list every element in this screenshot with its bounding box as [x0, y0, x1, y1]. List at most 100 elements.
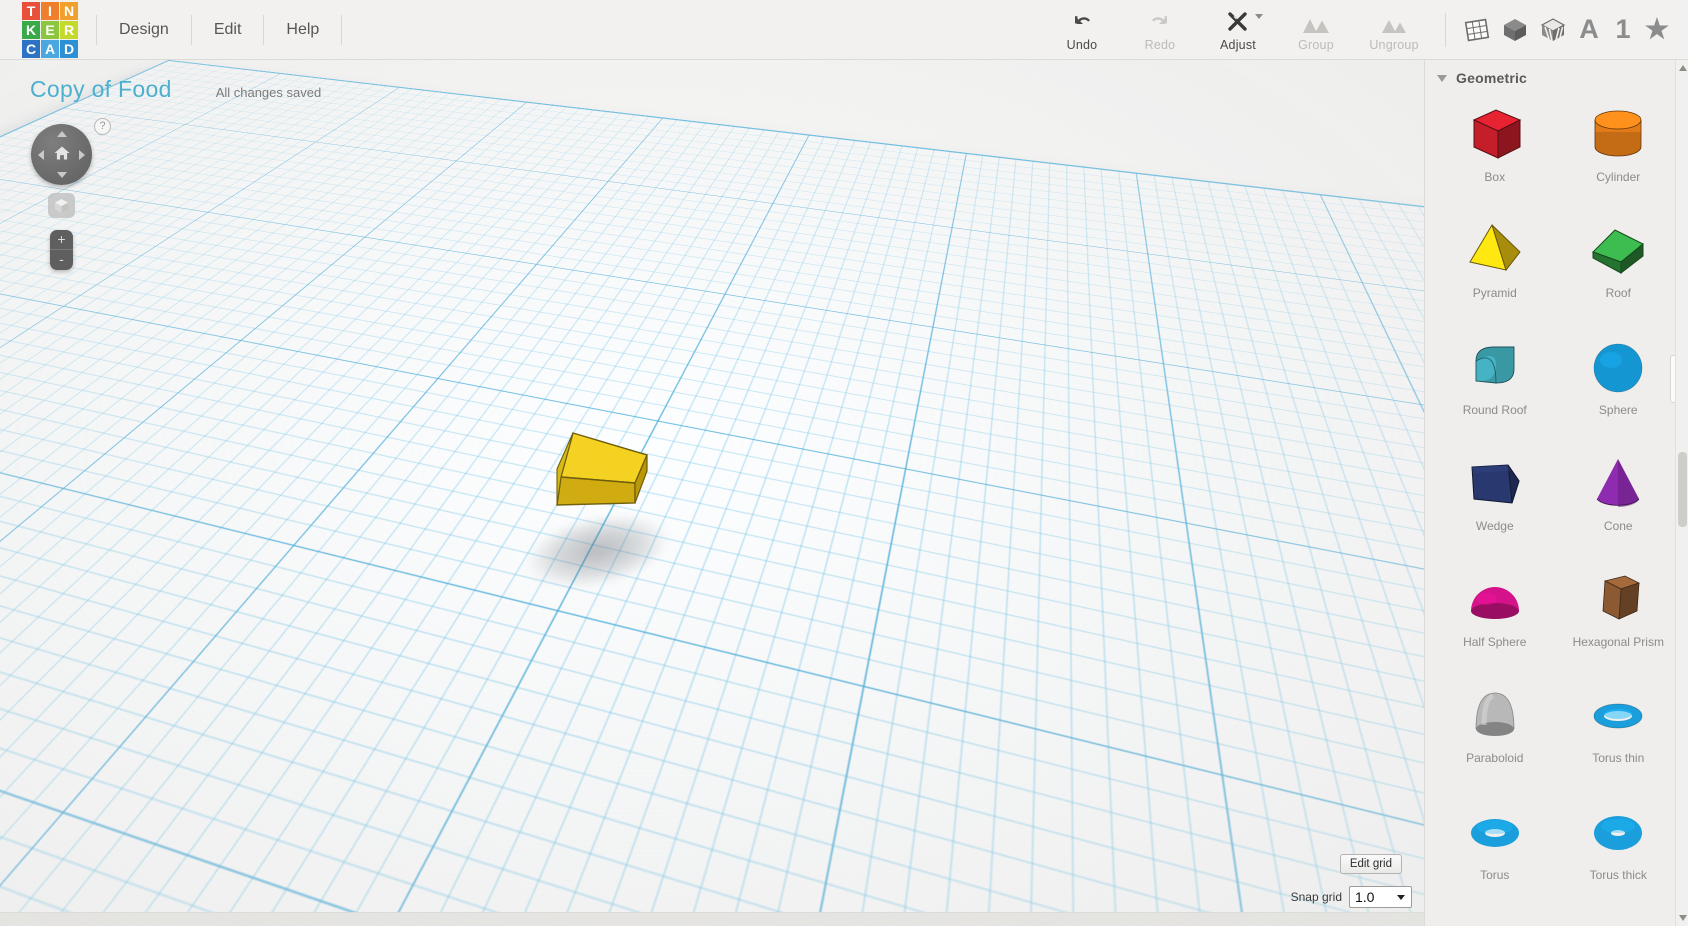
shape-box[interactable]: Box — [1433, 96, 1557, 207]
zoom-out-button[interactable]: - — [50, 250, 73, 270]
viewport-bottom-strip — [0, 912, 1424, 926]
favorite-star-icon[interactable]: ★ — [1640, 7, 1674, 53]
3d-viewport[interactable]: plane Copy of Food All changes saved — [0, 60, 1424, 926]
shape-sphere-label: Sphere — [1598, 402, 1638, 417]
logo-tile-r: R — [60, 20, 78, 39]
adjust-label: Adjust — [1220, 37, 1256, 52]
toolbar-divider — [1445, 12, 1446, 47]
shape-half-sphere-art — [1462, 567, 1528, 633]
fit-to-view-cube-icon[interactable] — [48, 193, 75, 218]
nav-disc[interactable] — [31, 124, 92, 185]
toolbar-actions: Undo Redo Adjust Group Ungroup A 1 ★ — [1043, 0, 1688, 60]
collapse-triangle-icon[interactable] — [1437, 74, 1447, 82]
shape-roof[interactable]: Roof — [1557, 212, 1681, 323]
tinkercad-logo[interactable]: TIN KER CAD — [22, 1, 78, 58]
shape-torus-thick-label: Torus thick — [1589, 867, 1647, 882]
logo-tile-a: A — [41, 39, 59, 58]
shape-paraboloid-label: Paraboloid — [1466, 751, 1524, 766]
zoom-in-button[interactable]: + — [50, 230, 73, 250]
nav-right-arrow-icon[interactable] — [79, 149, 85, 160]
shape-pyramid-label: Pyramid — [1472, 286, 1517, 301]
top-toolbar: TINKERCAD Design Edit Help Undo Redo Adj… — [0, 0, 1688, 60]
logo-tile-e: E — [41, 20, 59, 39]
home-view-icon[interactable] — [53, 145, 70, 164]
hole-cube-icon[interactable] — [1534, 7, 1572, 53]
snap-grid-label: Snap grid — [1290, 890, 1342, 904]
shape-wedge-label: Wedge — [1475, 518, 1514, 533]
shapes-category-title: Geometric — [1456, 70, 1528, 86]
menu-edit[interactable]: Edit — [192, 14, 265, 45]
shape-sphere-art — [1585, 335, 1651, 401]
ungroup-button[interactable]: Ungroup — [1355, 3, 1433, 57]
shape-hexagonal-prism-label: Hexagonal Prism — [1572, 635, 1664, 650]
snap-grid-row: Snap grid 1.0 — [1291, 886, 1412, 908]
help-button[interactable]: ? — [94, 118, 111, 135]
shape-cone[interactable]: Cone — [1557, 445, 1681, 556]
nav-left-arrow-icon[interactable] — [38, 149, 44, 160]
scrollbar-thumb[interactable] — [1678, 452, 1687, 527]
shape-pyramid-art — [1462, 218, 1528, 284]
shape-box-art — [1462, 102, 1528, 168]
shape-torus-art — [1462, 800, 1528, 866]
chevron-down-icon — [1397, 895, 1405, 900]
number-tool-icon[interactable]: 1 — [1606, 7, 1640, 53]
shape-paraboloid[interactable]: Paraboloid — [1433, 677, 1557, 788]
shape-pyramid[interactable]: Pyramid — [1433, 212, 1557, 323]
shape-round-roof[interactable]: Round Roof — [1433, 329, 1557, 440]
workplane-grid-icon[interactable] — [1458, 7, 1496, 53]
undo-button[interactable]: Undo — [1043, 3, 1121, 57]
workplane-container: plane — [0, 60, 1424, 926]
edit-grid-button[interactable]: Edit grid — [1339, 854, 1402, 874]
shape-hexagonal-prism[interactable]: Hexagonal Prism — [1557, 561, 1681, 672]
shape-torus-thick[interactable]: Torus thick — [1557, 794, 1681, 905]
scroll-down-arrow-icon[interactable] — [1679, 915, 1687, 921]
adjust-button[interactable]: Adjust — [1199, 3, 1277, 57]
ungroup-mountains-icon — [1379, 8, 1409, 34]
shape-torus-label: Torus — [1480, 867, 1510, 882]
logo-tile-i: I — [41, 1, 59, 20]
workplane-grid[interactable]: plane — [0, 60, 1424, 926]
menu-help[interactable]: Help — [264, 14, 343, 45]
nav-up-arrow-icon[interactable] — [56, 131, 67, 137]
logo-tile-c: C — [22, 39, 40, 58]
scroll-up-arrow-icon[interactable] — [1679, 65, 1687, 71]
redo-arrow-icon — [1149, 8, 1171, 34]
shape-cone-art — [1585, 451, 1651, 517]
project-title[interactable]: Copy of Food — [30, 76, 172, 103]
shape-torus-thin-art — [1585, 683, 1651, 749]
shape-torus-thick-art — [1585, 800, 1651, 866]
shape-cone-label: Cone — [1603, 518, 1633, 533]
shape-torus[interactable]: Torus — [1433, 794, 1557, 905]
shape-roof-label: Roof — [1605, 286, 1631, 301]
shape-torus-thin-label: Torus thin — [1592, 751, 1645, 766]
panel-scrollbar[interactable] — [1675, 60, 1688, 926]
shape-wedge[interactable]: Wedge — [1433, 445, 1557, 556]
undo-label: Undo — [1066, 37, 1098, 52]
shape-half-sphere-label: Half Sphere — [1463, 635, 1527, 650]
project-header: Copy of Food All changes saved — [30, 76, 321, 103]
redo-button[interactable]: Redo — [1121, 3, 1199, 57]
solid-cube-icon[interactable] — [1496, 7, 1534, 53]
shape-cylinder[interactable]: Cylinder — [1557, 96, 1681, 207]
scene-object-wedge[interactable] — [543, 425, 653, 535]
adjust-dropdown-caret[interactable] — [1255, 13, 1263, 19]
undo-arrow-icon — [1071, 8, 1093, 34]
shape-round-roof-label: Round Roof — [1462, 402, 1527, 417]
shape-box-label: Box — [1484, 170, 1506, 184]
ungroup-label: Ungroup — [1369, 37, 1419, 52]
shape-cylinder-label: Cylinder — [1596, 170, 1641, 184]
menu-design[interactable]: Design — [96, 14, 192, 45]
text-tool-icon[interactable]: A — [1572, 7, 1606, 53]
snap-grid-select[interactable]: 1.0 — [1349, 886, 1412, 908]
shape-half-sphere[interactable]: Half Sphere — [1433, 561, 1557, 672]
logo-tile-d: D — [60, 39, 78, 58]
nav-down-arrow-icon[interactable] — [56, 172, 67, 178]
redo-label: Redo — [1144, 37, 1176, 52]
main-menu: Design Edit Help — [96, 0, 343, 60]
shape-hexagonal-prism-art — [1585, 567, 1651, 633]
group-button[interactable]: Group — [1277, 3, 1355, 57]
shape-sphere[interactable]: Sphere — [1557, 329, 1681, 440]
logo-tile-t: T — [22, 1, 40, 20]
snap-grid-value: 1.0 — [1355, 889, 1375, 905]
shape-torus-thin[interactable]: Torus thin — [1557, 677, 1681, 788]
